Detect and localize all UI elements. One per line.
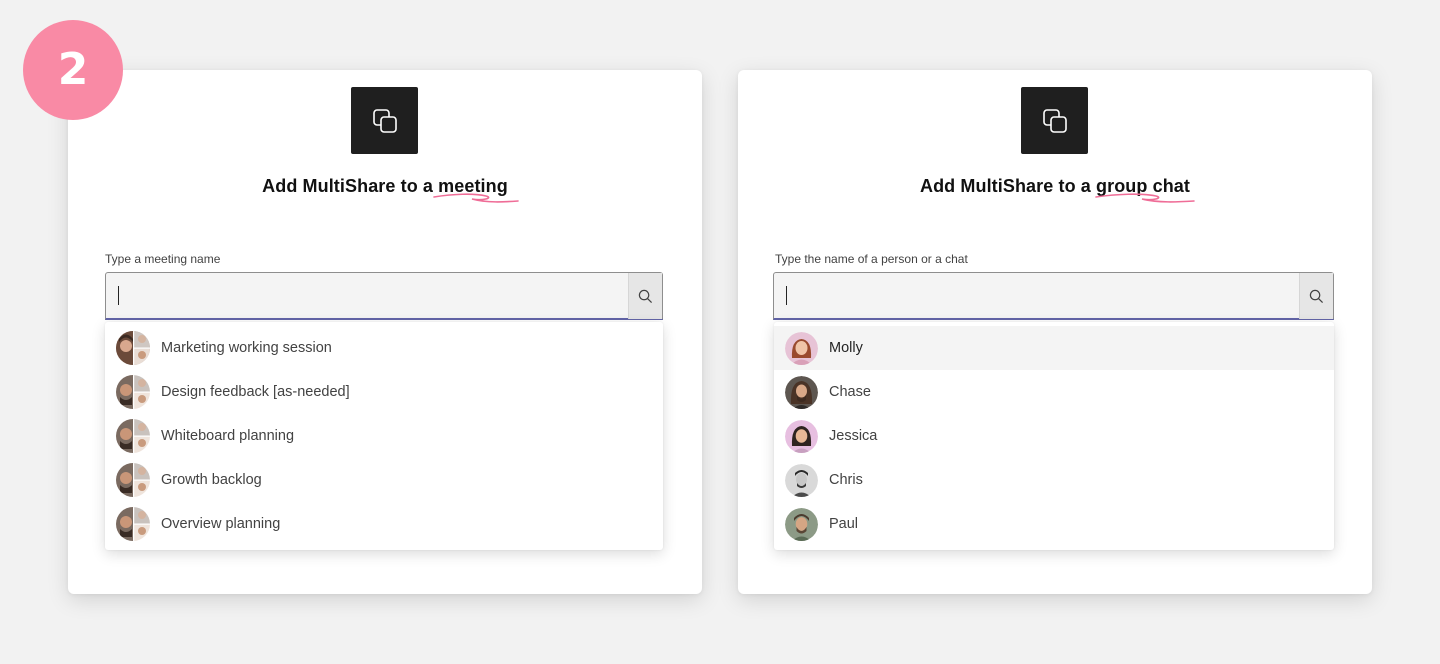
title-prefix: Add MultiShare to a (262, 176, 439, 196)
group-avatar-icon (116, 375, 150, 409)
step-number: 2 (57, 44, 89, 95)
chat-name-label: Type the name of a person or a chat (775, 252, 968, 266)
person-name: Chase (829, 384, 871, 400)
card-title: Add MultiShare to a group chat (738, 176, 1372, 203)
person-avatar (785, 507, 818, 541)
meeting-name: Marketing working session (161, 340, 332, 356)
person-suggestion-item[interactable]: Paul (774, 502, 1334, 546)
add-to-group-chat-card: Add MultiShare to a group chat Type the … (738, 70, 1372, 594)
multishare-icon (351, 87, 418, 154)
search-icon[interactable] (628, 273, 662, 319)
step-number-badge: 2 (23, 20, 123, 120)
chat-search-input[interactable] (773, 272, 1334, 320)
chat-suggestions-list: Molly Chase Jessica Chris Paul (774, 322, 1334, 550)
meeting-suggestions-list: Marketing working session Design feedbac… (105, 322, 663, 550)
person-name: Paul (829, 516, 859, 532)
group-avatar-icon (116, 507, 150, 541)
person-suggestion-item[interactable]: Chris (774, 458, 1334, 502)
meeting-name: Design feedback [as-needed] (161, 384, 350, 400)
person-avatar (785, 331, 818, 365)
person-name: Jessica (829, 428, 878, 444)
title-prefix: Add MultiShare to a (919, 176, 1096, 196)
meeting-suggestion-item[interactable]: Growth backlog (105, 458, 663, 502)
person-avatar (785, 375, 818, 409)
meeting-name-label: Type a meeting name (105, 252, 221, 266)
person-suggestion-item[interactable]: Jessica (774, 414, 1334, 458)
meeting-suggestion-item[interactable]: Whiteboard planning (105, 414, 663, 458)
search-icon[interactable] (1299, 273, 1333, 319)
card-title: Add MultiShare to a meeting (68, 176, 702, 203)
meeting-suggestion-item[interactable]: Overview planning (105, 502, 663, 546)
meeting-name: Whiteboard planning (161, 428, 295, 444)
person-name: Chris (829, 472, 863, 488)
text-caret (786, 286, 787, 305)
group-avatar-icon (116, 463, 150, 497)
text-caret (118, 286, 119, 305)
person-name: Molly (829, 340, 863, 356)
meeting-search-input[interactable] (105, 272, 663, 320)
meeting-name: Growth backlog (161, 472, 262, 488)
person-avatar (785, 419, 818, 453)
group-avatar-icon (116, 419, 150, 453)
person-suggestion-item[interactable]: Molly (774, 326, 1334, 370)
group-avatar-icon (116, 331, 150, 365)
person-avatar (785, 463, 818, 497)
meeting-suggestion-item[interactable]: Marketing working session (105, 326, 663, 370)
meeting-suggestion-item[interactable]: Design feedback [as-needed] (105, 370, 663, 414)
add-to-meeting-card: Add MultiShare to a meeting Type a meeti… (68, 70, 702, 594)
pink-underline-scribble (433, 193, 519, 203)
meeting-name: Overview planning (161, 516, 281, 532)
multishare-icon (1021, 87, 1088, 154)
pink-underline-scribble (1095, 193, 1195, 203)
person-suggestion-item[interactable]: Chase (774, 370, 1334, 414)
